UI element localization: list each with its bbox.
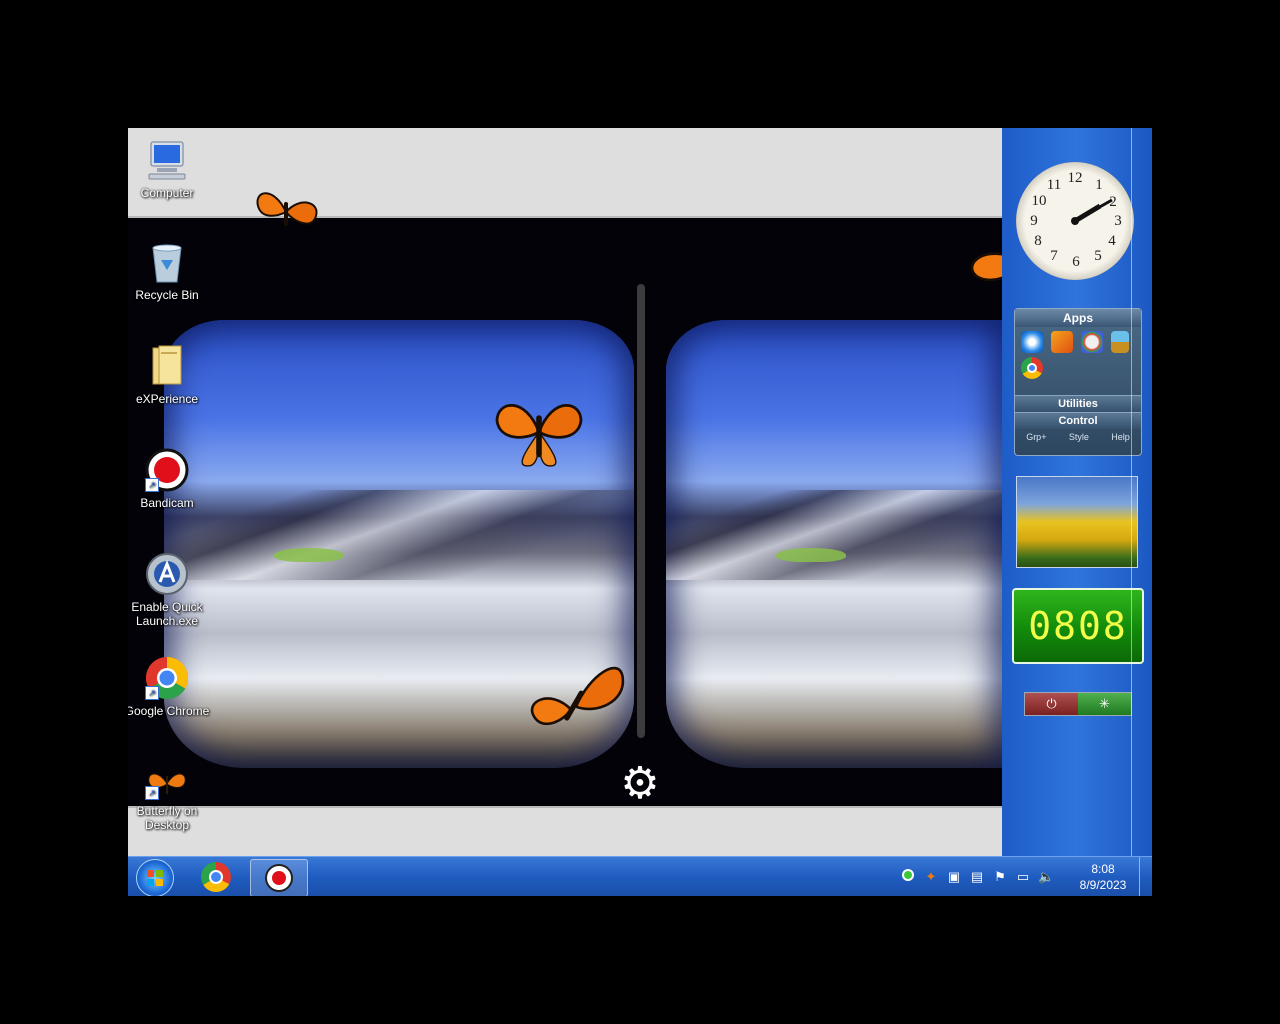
desktop-icon-label: Bandicam bbox=[140, 496, 194, 510]
apps-gadget-title: Apps bbox=[1015, 309, 1141, 327]
desktop-icon-label: Computer bbox=[140, 186, 194, 200]
recycle-bin-icon bbox=[145, 240, 189, 284]
windows-logo-icon bbox=[147, 870, 163, 886]
taskbar-date: 8/9/2023 bbox=[1079, 878, 1127, 892]
paraglider-image bbox=[274, 548, 344, 562]
chrome-icon bbox=[201, 862, 231, 892]
grp-plus-link[interactable]: Grp+ bbox=[1026, 429, 1046, 445]
butterfly-sprite bbox=[524, 648, 628, 742]
desktop-icon-label: eXPerience bbox=[135, 392, 199, 406]
desktop-icon-label: Google Chrome bbox=[128, 704, 210, 718]
butterfly-tray-icon[interactable]: ✦ bbox=[923, 869, 939, 885]
desktop-icon-computer[interactable]: Computer bbox=[128, 138, 212, 200]
start-button[interactable] bbox=[136, 859, 174, 896]
flag-icon[interactable]: ⚑ bbox=[992, 869, 1008, 885]
butterfly-sprite bbox=[480, 390, 598, 474]
taskbar-bandicam-button[interactable] bbox=[250, 859, 308, 896]
vr-settings-gear-icon[interactable]: ⚙ bbox=[618, 762, 662, 806]
shortcut-arrow-icon: ↗ bbox=[145, 686, 159, 700]
desktop-icon-google-chrome[interactable]: ↗ Google Chrome bbox=[128, 656, 212, 718]
display-icon[interactable]: ▭ bbox=[1015, 869, 1031, 885]
status-dot-icon[interactable] bbox=[900, 869, 916, 885]
chrome-icon[interactable] bbox=[1021, 357, 1043, 379]
desktop-icon-butterfly-on-desktop[interactable]: ↗ Butterfly on Desktop bbox=[128, 768, 212, 832]
shortcut-arrow-icon: ↗ bbox=[145, 786, 159, 800]
restart-sparkle-icon[interactable]: ✳ bbox=[1078, 693, 1131, 715]
utilities-button[interactable]: Utilities bbox=[1015, 395, 1141, 412]
taskbar: ✦ ▣ ▤ ⚑ ▭ 🔈 8:08 8/9/2023 bbox=[128, 856, 1152, 896]
help-link[interactable]: Help bbox=[1111, 429, 1130, 445]
desktop-icon-label: Butterfly on Desktop bbox=[136, 804, 198, 832]
desktop-icon-recycle-bin[interactable]: Recycle Bin bbox=[128, 240, 212, 302]
quick-launch-app-icon bbox=[145, 552, 189, 596]
power-gadget: ⏻ ✳ bbox=[1024, 692, 1132, 716]
desktop-icon-label: Recycle Bin bbox=[135, 288, 199, 302]
media-player-icon[interactable] bbox=[1051, 331, 1073, 353]
bandicam-record-icon: ↗ bbox=[145, 448, 189, 492]
internet-explorer-icon[interactable] bbox=[1021, 331, 1043, 353]
computer-icon bbox=[145, 138, 189, 182]
slideshow-gadget-tulips-photo[interactable] bbox=[1016, 476, 1138, 568]
digital-clock-gadget[interactable]: 0808 bbox=[1012, 588, 1144, 664]
taskbar-clock[interactable]: 8:08 8/9/2023 bbox=[1068, 861, 1138, 893]
apps-gadget: Apps Utilities Control Grp+ Style Help bbox=[1014, 308, 1142, 456]
trophy-game-icon[interactable] bbox=[1111, 331, 1129, 353]
taskbar-chrome-button[interactable] bbox=[188, 859, 244, 895]
taskbar-time: 8:08 bbox=[1091, 862, 1115, 876]
bandicam-record-icon bbox=[265, 864, 293, 892]
shortcut-arrow-icon: ↗ bbox=[145, 478, 159, 492]
butterfly-sprite bbox=[246, 180, 326, 240]
network-box-icon[interactable]: ▣ bbox=[946, 869, 962, 885]
paint-icon[interactable] bbox=[1081, 331, 1103, 353]
wallpaper-bottom-band bbox=[128, 806, 1002, 858]
desktop-icon-label: Enable Quick Launch.exe bbox=[131, 600, 203, 628]
analog-clock-gadget[interactable]: 12 1 2 3 4 5 6 7 8 9 10 11 bbox=[1016, 162, 1134, 280]
vr-right-lens-view bbox=[666, 320, 1002, 768]
desktop-icon-bandicam[interactable]: ↗ Bandicam bbox=[128, 448, 212, 510]
control-button[interactable]: Control bbox=[1015, 412, 1141, 429]
style-link[interactable]: Style bbox=[1069, 429, 1089, 445]
show-desktop-button[interactable] bbox=[1139, 857, 1152, 896]
paraglider-image bbox=[776, 548, 846, 562]
desktop-icon-enable-quick-launch[interactable]: Enable Quick Launch.exe bbox=[128, 552, 212, 628]
volume-icon[interactable]: 🔈 bbox=[1038, 869, 1054, 885]
clock-hands bbox=[1071, 198, 1113, 225]
vr-divider bbox=[637, 284, 645, 738]
folder-icon bbox=[145, 344, 189, 388]
desktop-screen: ⚙ Computer Recycle Bin eXPerience ↗ Band… bbox=[128, 128, 1152, 896]
butterfly-app-icon: ↗ bbox=[145, 768, 189, 800]
document-icon[interactable]: ▤ bbox=[969, 869, 985, 885]
chrome-icon: ↗ bbox=[145, 656, 189, 700]
desktop-icon-experience-folder[interactable]: eXPerience bbox=[128, 344, 212, 406]
shutdown-power-icon[interactable]: ⏻ bbox=[1025, 693, 1078, 715]
system-tray: ✦ ▣ ▤ ⚑ ▭ 🔈 bbox=[900, 857, 1054, 896]
gadget-sidebar: 12 1 2 3 4 5 6 7 8 9 10 11 Apps Utilitie… bbox=[1002, 128, 1152, 856]
